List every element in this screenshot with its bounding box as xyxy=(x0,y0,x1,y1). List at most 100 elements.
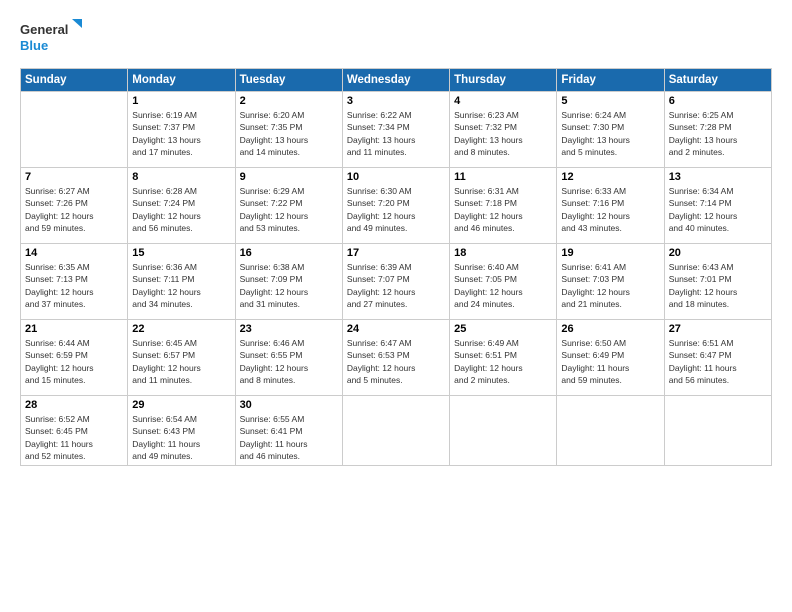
day-number: 2 xyxy=(240,95,338,107)
calendar-header-row: SundayMondayTuesdayWednesdayThursdayFrid… xyxy=(21,69,772,92)
day-info: Sunrise: 6:20 AMSunset: 7:35 PMDaylight:… xyxy=(240,109,338,158)
day-info: Sunrise: 6:51 AMSunset: 6:47 PMDaylight:… xyxy=(669,337,767,386)
day-cell: 26Sunrise: 6:50 AMSunset: 6:49 PMDayligh… xyxy=(557,320,664,396)
day-number: 16 xyxy=(240,247,338,259)
day-number: 25 xyxy=(454,323,552,335)
day-info: Sunrise: 6:40 AMSunset: 7:05 PMDaylight:… xyxy=(454,261,552,310)
week-row-2: 7 Sunrise: 6:27 AMSunset: 7:26 PMDaylight… xyxy=(21,168,772,244)
day-number: 7 xyxy=(25,171,123,183)
day-info: Sunrise: 6:29 AMSunset: 7:22 PMDaylight:… xyxy=(240,185,338,234)
day-cell: 23 Sunrise: 6:46 AMSunset: 6:55 PMDayligh… xyxy=(235,320,342,396)
day-number: 10 xyxy=(347,171,445,183)
week-row-5: 28 Sunrise: 6:52 AMSunset: 6:45 PMDayligh… xyxy=(21,396,772,466)
day-cell: 1 Sunrise: 6:19 AMSunset: 7:37 PMDaylight… xyxy=(128,92,235,168)
week-row-4: 21 Sunrise: 6:44 AMSunset: 6:59 PMDayligh… xyxy=(21,320,772,396)
day-cell: 28 Sunrise: 6:52 AMSunset: 6:45 PMDayligh… xyxy=(21,396,128,466)
day-cell: 3 Sunrise: 6:22 AMSunset: 7:34 PMDaylight… xyxy=(342,92,449,168)
calendar: SundayMondayTuesdayWednesdayThursdayFrid… xyxy=(20,68,772,466)
day-cell: 14Sunrise: 6:35 AMSunset: 7:13 PMDayligh… xyxy=(21,244,128,320)
day-info: Sunrise: 6:50 AMSunset: 6:49 PMDaylight:… xyxy=(561,337,659,386)
day-number: 12 xyxy=(561,171,659,183)
day-number: 30 xyxy=(240,399,338,411)
day-info: Sunrise: 6:47 AMSunset: 6:53 PMDaylight:… xyxy=(347,337,445,386)
day-info: Sunrise: 6:45 AMSunset: 6:57 PMDaylight:… xyxy=(132,337,230,386)
day-cell: 4 Sunrise: 6:23 AMSunset: 7:32 PMDaylight… xyxy=(450,92,557,168)
day-cell: 15Sunrise: 6:36 AMSunset: 7:11 PMDayligh… xyxy=(128,244,235,320)
col-header-thursday: Thursday xyxy=(450,69,557,92)
col-header-monday: Monday xyxy=(128,69,235,92)
day-info: Sunrise: 6:46 AMSunset: 6:55 PMDaylight:… xyxy=(240,337,338,386)
day-info: Sunrise: 6:49 AMSunset: 6:51 PMDaylight:… xyxy=(454,337,552,386)
svg-text:Blue: Blue xyxy=(20,38,48,53)
day-info: Sunrise: 6:54 AMSunset: 6:43 PMDaylight:… xyxy=(132,413,230,462)
day-number: 6 xyxy=(669,95,767,107)
day-info: Sunrise: 6:43 AMSunset: 7:01 PMDaylight:… xyxy=(669,261,767,310)
day-cell: 8Sunrise: 6:28 AMSunset: 7:24 PMDaylight… xyxy=(128,168,235,244)
day-cell: 11Sunrise: 6:31 AMSunset: 7:18 PMDayligh… xyxy=(450,168,557,244)
day-cell: 10Sunrise: 6:30 AMSunset: 7:20 PMDayligh… xyxy=(342,168,449,244)
day-cell: 30 Sunrise: 6:55 AMSunset: 6:41 PMDayligh… xyxy=(235,396,342,466)
day-cell xyxy=(450,396,557,466)
week-row-3: 14Sunrise: 6:35 AMSunset: 7:13 PMDayligh… xyxy=(21,244,772,320)
day-cell: 16 Sunrise: 6:38 AMSunset: 7:09 PMDayligh… xyxy=(235,244,342,320)
day-info: Sunrise: 6:44 AMSunset: 6:59 PMDaylight:… xyxy=(25,337,123,386)
day-info: Sunrise: 6:27 AMSunset: 7:26 PMDaylight:… xyxy=(25,185,123,234)
day-info: Sunrise: 6:28 AMSunset: 7:24 PMDaylight:… xyxy=(132,185,230,234)
col-header-wednesday: Wednesday xyxy=(342,69,449,92)
day-number: 20 xyxy=(669,247,767,259)
svg-text:General: General xyxy=(20,22,68,37)
day-number: 13 xyxy=(669,171,767,183)
day-cell: 6Sunrise: 6:25 AMSunset: 7:28 PMDaylight… xyxy=(664,92,771,168)
day-number: 14 xyxy=(25,247,123,259)
day-number: 22 xyxy=(132,323,230,335)
day-cell: 7 Sunrise: 6:27 AMSunset: 7:26 PMDaylight… xyxy=(21,168,128,244)
day-cell: 24 Sunrise: 6:47 AMSunset: 6:53 PMDayligh… xyxy=(342,320,449,396)
day-info: Sunrise: 6:31 AMSunset: 7:18 PMDaylight:… xyxy=(454,185,552,234)
day-info: Sunrise: 6:55 AMSunset: 6:41 PMDaylight:… xyxy=(240,413,338,462)
day-number: 23 xyxy=(240,323,338,335)
logo: General Blue xyxy=(20,18,90,58)
day-cell xyxy=(21,92,128,168)
day-number: 19 xyxy=(561,247,659,259)
col-header-friday: Friday xyxy=(557,69,664,92)
day-info: Sunrise: 6:38 AMSunset: 7:09 PMDaylight:… xyxy=(240,261,338,310)
day-number: 1 xyxy=(132,95,230,107)
day-info: Sunrise: 6:24 AMSunset: 7:30 PMDaylight:… xyxy=(561,109,659,158)
day-info: Sunrise: 6:33 AMSunset: 7:16 PMDaylight:… xyxy=(561,185,659,234)
week-row-1: 1 Sunrise: 6:19 AMSunset: 7:37 PMDaylight… xyxy=(21,92,772,168)
day-number: 9 xyxy=(240,171,338,183)
day-cell: 5 Sunrise: 6:24 AMSunset: 7:30 PMDaylight… xyxy=(557,92,664,168)
day-info: Sunrise: 6:34 AMSunset: 7:14 PMDaylight:… xyxy=(669,185,767,234)
day-cell: 2 Sunrise: 6:20 AMSunset: 7:35 PMDaylight… xyxy=(235,92,342,168)
day-number: 5 xyxy=(561,95,659,107)
day-cell: 20 Sunrise: 6:43 AMSunset: 7:01 PMDayligh… xyxy=(664,244,771,320)
day-cell: 21 Sunrise: 6:44 AMSunset: 6:59 PMDayligh… xyxy=(21,320,128,396)
day-number: 21 xyxy=(25,323,123,335)
day-cell: 22 Sunrise: 6:45 AMSunset: 6:57 PMDayligh… xyxy=(128,320,235,396)
day-cell: 19 Sunrise: 6:41 AMSunset: 7:03 PMDayligh… xyxy=(557,244,664,320)
day-info: Sunrise: 6:19 AMSunset: 7:37 PMDaylight:… xyxy=(132,109,230,158)
day-number: 29 xyxy=(132,399,230,411)
day-cell: 13 Sunrise: 6:34 AMSunset: 7:14 PMDayligh… xyxy=(664,168,771,244)
day-info: Sunrise: 6:39 AMSunset: 7:07 PMDaylight:… xyxy=(347,261,445,310)
day-number: 3 xyxy=(347,95,445,107)
day-cell xyxy=(342,396,449,466)
day-number: 24 xyxy=(347,323,445,335)
col-header-saturday: Saturday xyxy=(664,69,771,92)
day-info: Sunrise: 6:52 AMSunset: 6:45 PMDaylight:… xyxy=(25,413,123,462)
day-number: 18 xyxy=(454,247,552,259)
day-number: 4 xyxy=(454,95,552,107)
day-info: Sunrise: 6:23 AMSunset: 7:32 PMDaylight:… xyxy=(454,109,552,158)
day-cell: 27 Sunrise: 6:51 AMSunset: 6:47 PMDayligh… xyxy=(664,320,771,396)
col-header-sunday: Sunday xyxy=(21,69,128,92)
day-info: Sunrise: 6:41 AMSunset: 7:03 PMDaylight:… xyxy=(561,261,659,310)
day-info: Sunrise: 6:36 AMSunset: 7:11 PMDaylight:… xyxy=(132,261,230,310)
day-number: 28 xyxy=(25,399,123,411)
day-cell: 9 Sunrise: 6:29 AMSunset: 7:22 PMDaylight… xyxy=(235,168,342,244)
day-info: Sunrise: 6:22 AMSunset: 7:34 PMDaylight:… xyxy=(347,109,445,158)
day-cell xyxy=(664,396,771,466)
col-header-tuesday: Tuesday xyxy=(235,69,342,92)
day-cell: 29 Sunrise: 6:54 AMSunset: 6:43 PMDayligh… xyxy=(128,396,235,466)
day-number: 27 xyxy=(669,323,767,335)
day-cell: 25 Sunrise: 6:49 AMSunset: 6:51 PMDayligh… xyxy=(450,320,557,396)
